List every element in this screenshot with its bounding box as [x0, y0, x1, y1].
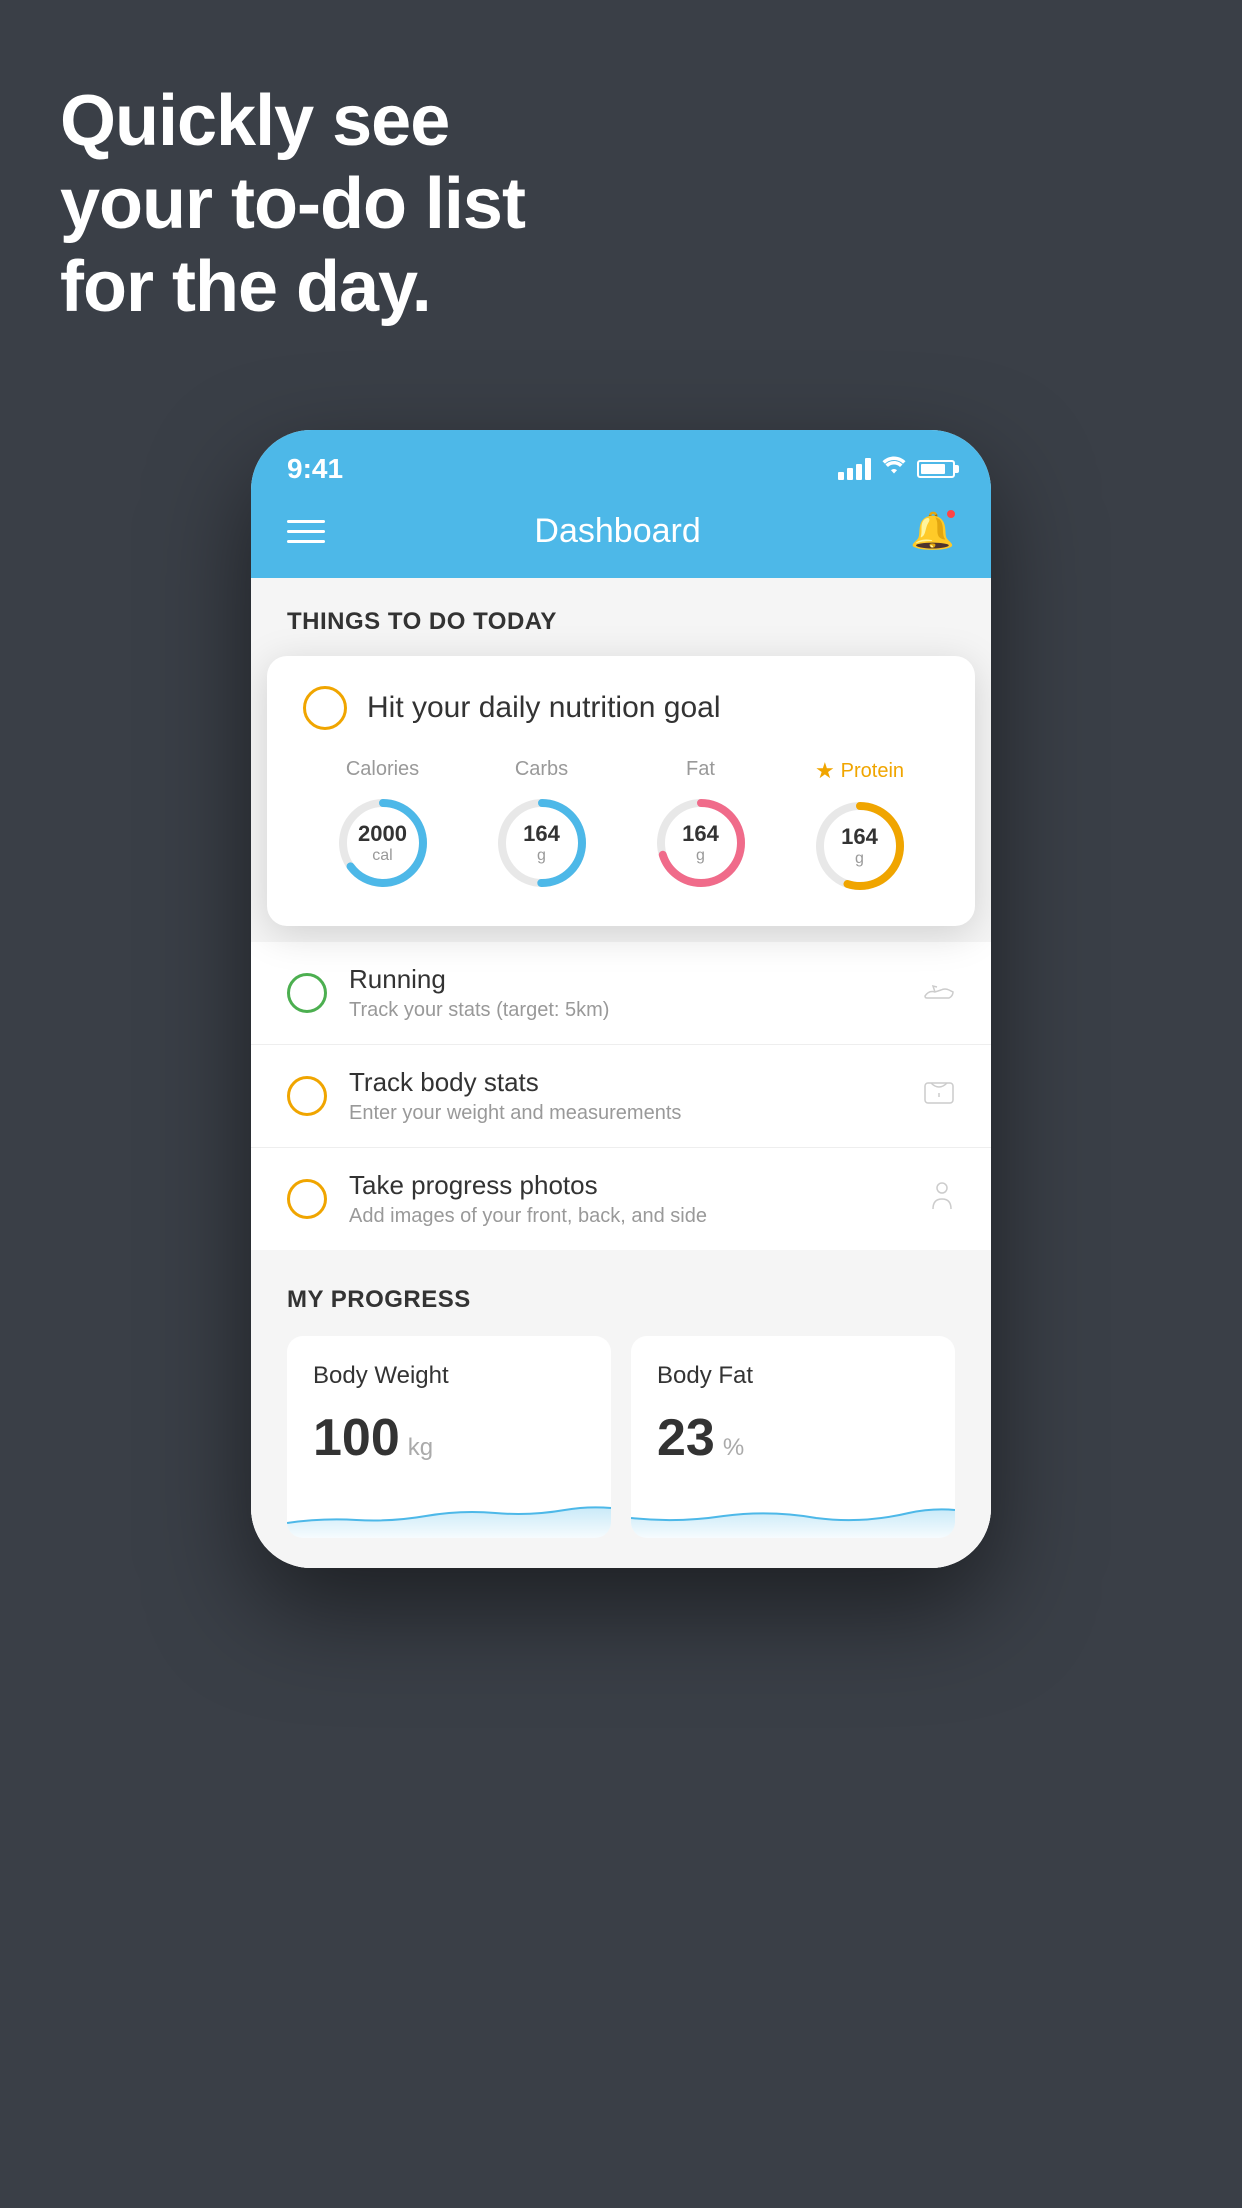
- hamburger-line-2: [287, 530, 325, 533]
- fat-value: 164: [682, 821, 719, 847]
- fat-label: Fat: [686, 758, 715, 781]
- body-stats-info: Track body stats Enter your weight and m…: [349, 1067, 923, 1125]
- star-icon: ★: [815, 758, 835, 784]
- protein-label: ★ Protein: [815, 758, 904, 784]
- hamburger-menu-button[interactable]: [287, 520, 325, 543]
- things-section-title: THINGS TO DO TODAY: [287, 608, 955, 636]
- status-icons: [838, 456, 955, 482]
- nutrition-stats: Calories 2000 cal: [303, 758, 939, 896]
- person-icon: [929, 1181, 955, 1218]
- fat-ring: 164 g: [651, 793, 751, 893]
- scale-icon: [923, 1079, 955, 1114]
- phone-frame: 9:41 Da: [251, 430, 991, 1568]
- nutrition-card-title: Hit your daily nutrition goal: [367, 691, 721, 725]
- progress-photos-desc: Add images of your front, back, and side: [349, 1205, 929, 1228]
- body-fat-unit: %: [723, 1434, 744, 1462]
- progress-section: MY PROGRESS Body Weight 100 kg: [251, 1250, 991, 1568]
- progress-section-title: MY PROGRESS: [287, 1286, 955, 1314]
- body-weight-card[interactable]: Body Weight 100 kg: [287, 1336, 611, 1538]
- progress-cards: Body Weight 100 kg: [287, 1336, 955, 1538]
- battery-icon: [917, 460, 955, 478]
- running-info: Running Track your stats (target: 5km): [349, 964, 923, 1022]
- stat-fat: Fat 164 g: [651, 758, 751, 893]
- body-weight-card-title: Body Weight: [313, 1362, 585, 1390]
- carbs-label: Carbs: [515, 758, 568, 781]
- status-time: 9:41: [287, 453, 343, 485]
- shoe-icon: [923, 977, 955, 1009]
- nav-bar: Dashboard 🔔: [251, 490, 991, 578]
- progress-photos-checkbox[interactable]: [287, 1179, 327, 1219]
- nutrition-checkbox[interactable]: [303, 686, 347, 730]
- body-weight-unit: kg: [408, 1434, 433, 1462]
- nav-title: Dashboard: [534, 512, 700, 551]
- carbs-value: 164: [523, 821, 560, 847]
- running-desc: Track your stats (target: 5km): [349, 999, 923, 1022]
- app-content: THINGS TO DO TODAY Hit your daily nutrit…: [251, 578, 991, 1568]
- calories-ring: 2000 cal: [333, 793, 433, 893]
- body-stats-name: Track body stats: [349, 1067, 923, 1098]
- carbs-ring: 164 g: [492, 793, 592, 893]
- nutrition-card-header: Hit your daily nutrition goal: [303, 686, 939, 730]
- body-stats-checkbox[interactable]: [287, 1076, 327, 1116]
- body-stats-desc: Enter your weight and measurements: [349, 1102, 923, 1125]
- todo-list: Running Track your stats (target: 5km) T…: [251, 942, 991, 1250]
- todo-item-progress-photos[interactable]: Take progress photos Add images of your …: [251, 1148, 991, 1250]
- wifi-icon: [881, 456, 907, 482]
- hamburger-line-1: [287, 520, 325, 523]
- body-weight-value: 100: [313, 1408, 400, 1468]
- signal-bars-icon: [838, 458, 871, 480]
- body-fat-card-title: Body Fat: [657, 1362, 929, 1390]
- notification-bell-button[interactable]: 🔔: [910, 510, 955, 552]
- body-weight-value-row: 100 kg: [313, 1408, 585, 1468]
- things-section: THINGS TO DO TODAY Hit your daily nutrit…: [251, 578, 991, 926]
- running-checkbox[interactable]: [287, 973, 327, 1013]
- body-fat-card[interactable]: Body Fat 23 %: [631, 1336, 955, 1538]
- body-fat-chart: [631, 1488, 955, 1538]
- calories-value: 2000: [358, 821, 407, 847]
- body-fat-value-row: 23 %: [657, 1408, 929, 1468]
- stat-protein: ★ Protein 164 g: [810, 758, 910, 896]
- stat-calories: Calories 2000 cal: [333, 758, 433, 893]
- body-weight-chart: [287, 1488, 611, 1538]
- nutrition-card: Hit your daily nutrition goal Calories: [267, 656, 975, 926]
- notification-dot: [945, 508, 957, 520]
- body-fat-value: 23: [657, 1408, 715, 1468]
- calories-label: Calories: [346, 758, 419, 781]
- status-bar: 9:41: [251, 430, 991, 490]
- protein-value: 164: [841, 824, 878, 850]
- todo-item-running[interactable]: Running Track your stats (target: 5km): [251, 942, 991, 1045]
- progress-photos-name: Take progress photos: [349, 1170, 929, 1201]
- protein-ring: 164 g: [810, 796, 910, 896]
- todo-item-body-stats[interactable]: Track body stats Enter your weight and m…: [251, 1045, 991, 1148]
- running-name: Running: [349, 964, 923, 995]
- hero-text: Quickly see your to-do list for the day.: [60, 80, 525, 328]
- stat-carbs: Carbs 164 g: [492, 758, 592, 893]
- hamburger-line-3: [287, 540, 325, 543]
- progress-photos-info: Take progress photos Add images of your …: [349, 1170, 929, 1228]
